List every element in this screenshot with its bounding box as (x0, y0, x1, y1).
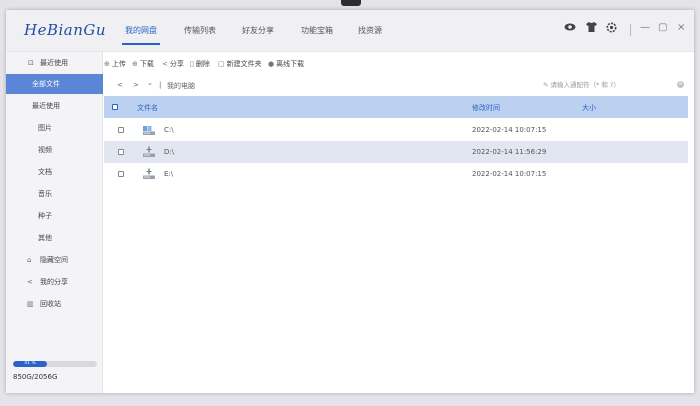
row-checkbox[interactable] (118, 171, 124, 177)
sidebar-item-recent-top[interactable]: ⊡ 最近使用 (6, 53, 103, 73)
sidebar-item-my-shares[interactable]: < 我的分享 (6, 272, 103, 292)
sidebar-item-images[interactable]: 图片 (6, 118, 103, 138)
row-checkbox[interactable] (118, 149, 124, 155)
share-icon: < (162, 60, 168, 68)
share-icon: < (27, 278, 33, 286)
clear-search-icon[interactable]: × (677, 81, 684, 88)
system-drive-icon (143, 126, 155, 135)
search-input[interactable]: ✎ 请输入通配符（* 和 ?） (539, 78, 687, 92)
tab-toolbox[interactable]: 功能宝箱 (301, 25, 333, 36)
sidebar: ⊡ 最近使用 全部文件 最近使用 图片 视频 文档 音乐 种子 其他 ⌂ 隐藏空… (6, 52, 103, 393)
sidebar-item-torrents[interactable]: 种子 (6, 206, 103, 226)
close-icon[interactable]: × (677, 22, 685, 33)
app-logo: HeBianGu (24, 21, 107, 39)
gear-icon[interactable] (606, 22, 617, 36)
upload-button[interactable]: ⊕ 上传 (104, 59, 126, 69)
title-bar: HeBianGu 我的网盘 传输列表 好友分享 功能宝箱 找资源 — ▢ × (6, 10, 694, 52)
drive-icon (143, 168, 155, 179)
offline-download-label: 离线下载 (276, 60, 305, 68)
offline-download-icon: ● (268, 60, 275, 68)
title-separator (630, 24, 631, 36)
sidebar-item-all-files[interactable]: 全部文件 (6, 74, 103, 94)
download-label: 下载 (139, 60, 154, 68)
share-label: 分享 (169, 60, 184, 68)
row-checkbox[interactable] (118, 127, 124, 133)
tab-find-resources[interactable]: 找资源 (358, 25, 382, 36)
new-folder-button[interactable]: ▢ 新建文件夹 (218, 59, 262, 69)
upload-icon: ⊕ (104, 60, 110, 68)
row-modified: 2022-02-14 10:07:15 (472, 170, 547, 178)
upload-label: 上传 (111, 60, 126, 68)
tab-my-netdisk[interactable]: 我的网盘 (122, 25, 160, 45)
row-name: C:\ (164, 126, 174, 134)
sidebar-item-hidden-space[interactable]: ⌂ 隐藏空间 (6, 250, 103, 270)
delete-label: 删除 (195, 60, 210, 68)
minimize-icon[interactable]: — (640, 22, 650, 33)
sidebar-item-documents[interactable]: 文档 (6, 162, 103, 182)
lock-icon: ⌂ (27, 256, 32, 264)
drive-icon (143, 146, 155, 157)
app-window: HeBianGu 我的网盘 传输列表 好友分享 功能宝箱 找资源 — ▢ × ⊡… (6, 10, 694, 393)
shirt-icon[interactable] (586, 22, 597, 35)
storage-percent: 41 % (24, 361, 36, 366)
offline-download-button[interactable]: ● 离线下载 (268, 59, 304, 69)
column-header-name[interactable]: 文件名 (137, 103, 158, 113)
sidebar-item-label: 回收站 (40, 300, 61, 308)
path-bar: < > ⌄ | 我的电脑 ✎ 请输入通配符（* 和 ?） × (104, 75, 694, 95)
eye-icon[interactable] (564, 22, 576, 35)
trash-icon: ▥ (27, 300, 34, 308)
sidebar-item-label: 隐藏空间 (40, 256, 68, 264)
storage-usage: 850G/2056G (13, 373, 58, 381)
download-icon: ⊕ (132, 60, 138, 68)
clock-icon: ⊡ (28, 59, 34, 67)
file-toolbar: ⊕ 上传 ⊕ 下载 < 分享 ▯ 删除 ▢ 新建文件夹 ● 离线下载 (104, 52, 694, 74)
row-modified: 2022-02-14 10:07:15 (472, 126, 547, 134)
top-notch (341, 0, 361, 6)
breadcrumb-my-computer[interactable]: 我的电脑 (167, 81, 195, 91)
delete-icon: ▯ (190, 60, 194, 68)
back-button[interactable]: < (117, 81, 123, 89)
column-header-modified[interactable]: 修改时间 (472, 103, 500, 113)
delete-button[interactable]: ▯ 删除 (190, 59, 210, 69)
table-row[interactable]: C:\ 2022-02-14 10:07:15 (104, 119, 688, 141)
table-row[interactable]: E:\ 2022-02-14 10:07:15 (104, 163, 688, 185)
sidebar-item-other[interactable]: 其他 (6, 228, 103, 248)
column-header-size[interactable]: 大小 (582, 103, 596, 113)
tab-transfer-list[interactable]: 传输列表 (184, 25, 216, 36)
sidebar-item-recent[interactable]: 最近使用 (6, 96, 103, 116)
new-folder-icon: ▢ (218, 60, 225, 68)
select-all-checkbox[interactable] (112, 104, 118, 110)
history-dropdown[interactable]: ⌄ (147, 79, 153, 87)
table-row[interactable]: D:\ 2022-02-14 11:56:29 (104, 141, 688, 163)
sidebar-item-music[interactable]: 音乐 (6, 184, 103, 204)
new-folder-label: 新建文件夹 (226, 60, 262, 68)
sidebar-item-label: 最近使用 (40, 59, 68, 67)
download-button[interactable]: ⊕ 下载 (132, 59, 154, 69)
path-separator: | (159, 81, 162, 89)
row-name: D:\ (164, 148, 175, 156)
row-modified: 2022-02-14 11:56:29 (472, 148, 547, 156)
share-button[interactable]: < 分享 (162, 59, 184, 69)
sidebar-item-recycle-bin[interactable]: ▥ 回收站 (6, 294, 103, 314)
row-name: E:\ (164, 170, 174, 178)
maximize-icon[interactable]: ▢ (658, 22, 667, 33)
sidebar-item-label: 我的分享 (40, 278, 68, 286)
file-table-header: 文件名 修改时间 大小 (104, 96, 688, 118)
sidebar-item-videos[interactable]: 视频 (6, 140, 103, 160)
forward-button[interactable]: > (133, 81, 139, 89)
tab-friend-share[interactable]: 好友分享 (242, 25, 274, 36)
